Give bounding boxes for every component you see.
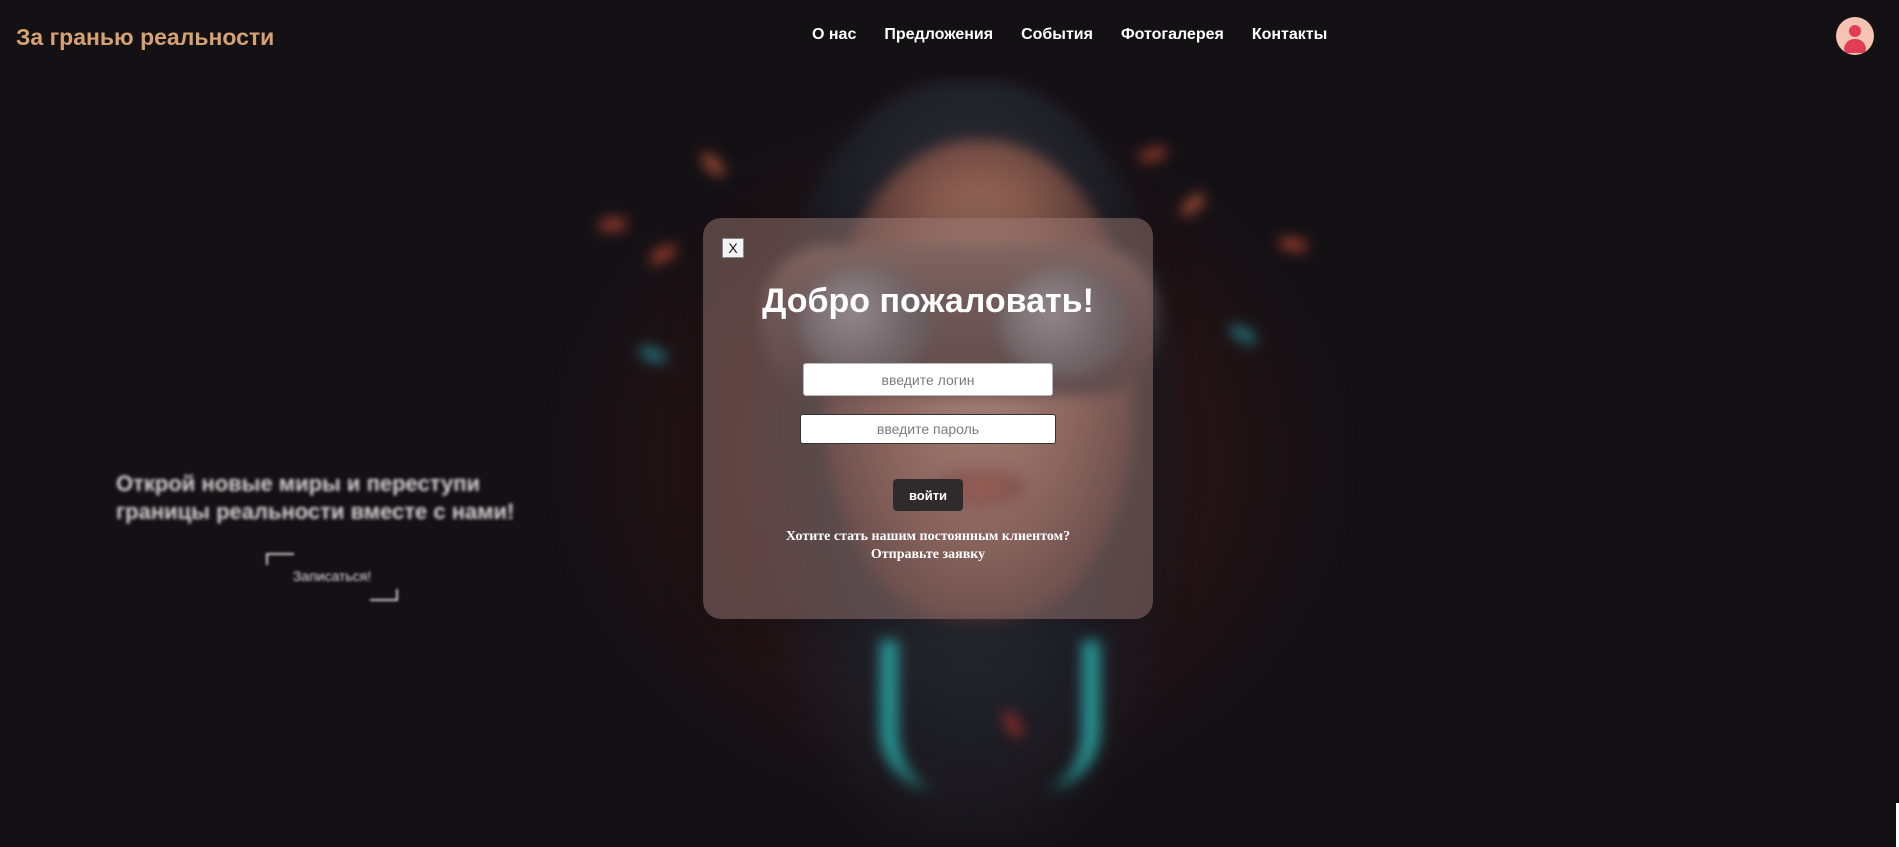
main-nav: О нас Предложения События Фотогалерея Ко… [812,26,1327,44]
nav-item-about[interactable]: О нас [812,26,856,44]
password-input[interactable] [800,414,1056,444]
nav-item-offers[interactable]: Предложения [884,26,993,44]
nav-item-gallery[interactable]: Фотогалерея [1121,26,1224,44]
nav-item-events[interactable]: События [1021,26,1093,44]
avatar-body [1844,39,1866,53]
become-client-text: Хотите стать нашим постоянным клиентом? [785,529,1071,544]
signup-button-corner-top [266,553,294,565]
avatar-head [1849,25,1861,37]
background-collar [880,640,1100,790]
background-shard [1279,237,1307,252]
signup-button-label: Записаться! [292,568,372,584]
user-avatar-icon[interactable] [1836,17,1874,55]
close-button[interactable]: X [722,238,744,258]
login-input[interactable] [803,363,1053,396]
modal-title: Добро пожаловать! [762,282,1094,320]
site-header: За гранью реальности О нас Предложения С… [0,0,1899,74]
login-modal: X Добро пожаловать! войти Хотите стать н… [703,218,1153,619]
nav-item-contacts[interactable]: Контакты [1252,26,1327,44]
signup-button[interactable]: Записаться! [266,553,398,601]
login-button[interactable]: войти [893,479,963,511]
hero-tagline: Открой новые миры и переступи границы ре… [116,471,515,524]
background-shard [599,218,627,231]
send-request-link[interactable]: Отправьте заявку [703,546,1153,564]
modal-footer: Хотите стать нашим постоянным клиентом? … [703,528,1153,564]
signup-button-corner-bottom [370,589,398,601]
site-logo[interactable]: За гранью реальности [16,24,274,51]
